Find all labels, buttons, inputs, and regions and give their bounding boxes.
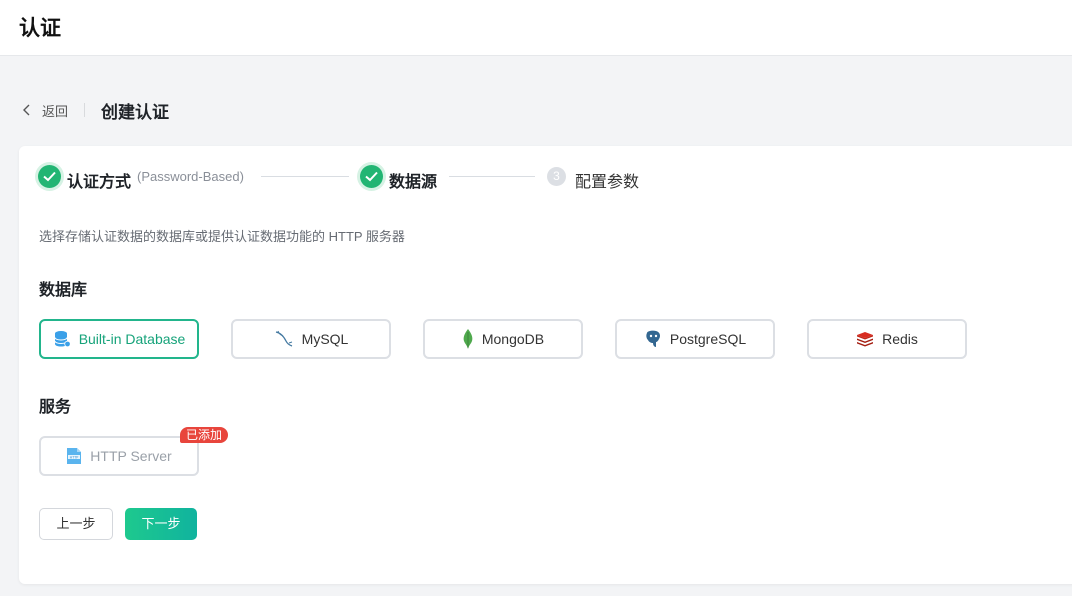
step-1-subtitle: (Password-Based) [137,169,244,184]
step-connector [449,176,535,177]
option-label: Redis [882,331,918,347]
step-1-label: 认证方式 [67,174,132,191]
breadcrumb-divider [84,103,86,117]
back-button[interactable]: 返回 [20,101,68,120]
stepper: 认证方式 (Password-Based) 数据源 3 配置参数 [38,164,678,191]
http-icon: HTTP [66,447,82,465]
description-text: 选择存储认证数据的数据库或提供认证数据功能的 HTTP 服务器 [39,229,405,244]
option-label: Built-in Database [78,331,186,347]
chevron-left-icon [23,104,30,116]
option-label: HTTP Server [90,448,172,464]
option-built-in-database[interactable]: Built-in Database [39,319,199,359]
option-mysql[interactable]: MySQL [231,319,391,359]
step-3-number: 3 [547,167,566,186]
page-header-title: 认证 [19,17,61,40]
svg-text:HTTP: HTTP [70,455,79,459]
option-label: PostgreSQL [669,331,747,347]
breadcrumb: 返回 创建认证 [20,98,169,122]
page-title: 创建认证 [101,102,170,122]
option-mongodb[interactable]: MongoDB [423,319,583,359]
step-connector [261,176,349,177]
step-3-label: 配置参数 [575,174,640,191]
added-badge: 已添加 [180,427,229,443]
service-section-title: 服务 [39,399,72,416]
mongodb-icon [462,329,474,349]
postgresql-icon [644,330,662,348]
option-label: MySQL [301,331,349,347]
step-2-label: 数据源 [389,174,438,191]
option-redis[interactable]: Redis [807,319,967,359]
option-label: MongoDB [481,331,545,347]
mysql-icon [274,330,294,348]
option-http-server[interactable]: HTTP HTTP Server [39,436,199,476]
database-icon [53,330,71,348]
previous-step-button[interactable]: 上一步 [39,508,113,540]
database-section-title: 数据库 [39,282,88,299]
next-step-button[interactable]: 下一步 [125,508,197,540]
step-2-check-icon [360,165,383,188]
step-1-check-icon [38,165,61,188]
top-header: 认证 [0,0,1072,56]
option-postgresql[interactable]: PostgreSQL [615,319,775,359]
redis-icon [856,331,874,347]
create-auth-card: 认证方式 (Password-Based) 数据源 3 配置参数 选择存储认证数… [19,146,1072,584]
back-label: 返回 [42,103,69,119]
